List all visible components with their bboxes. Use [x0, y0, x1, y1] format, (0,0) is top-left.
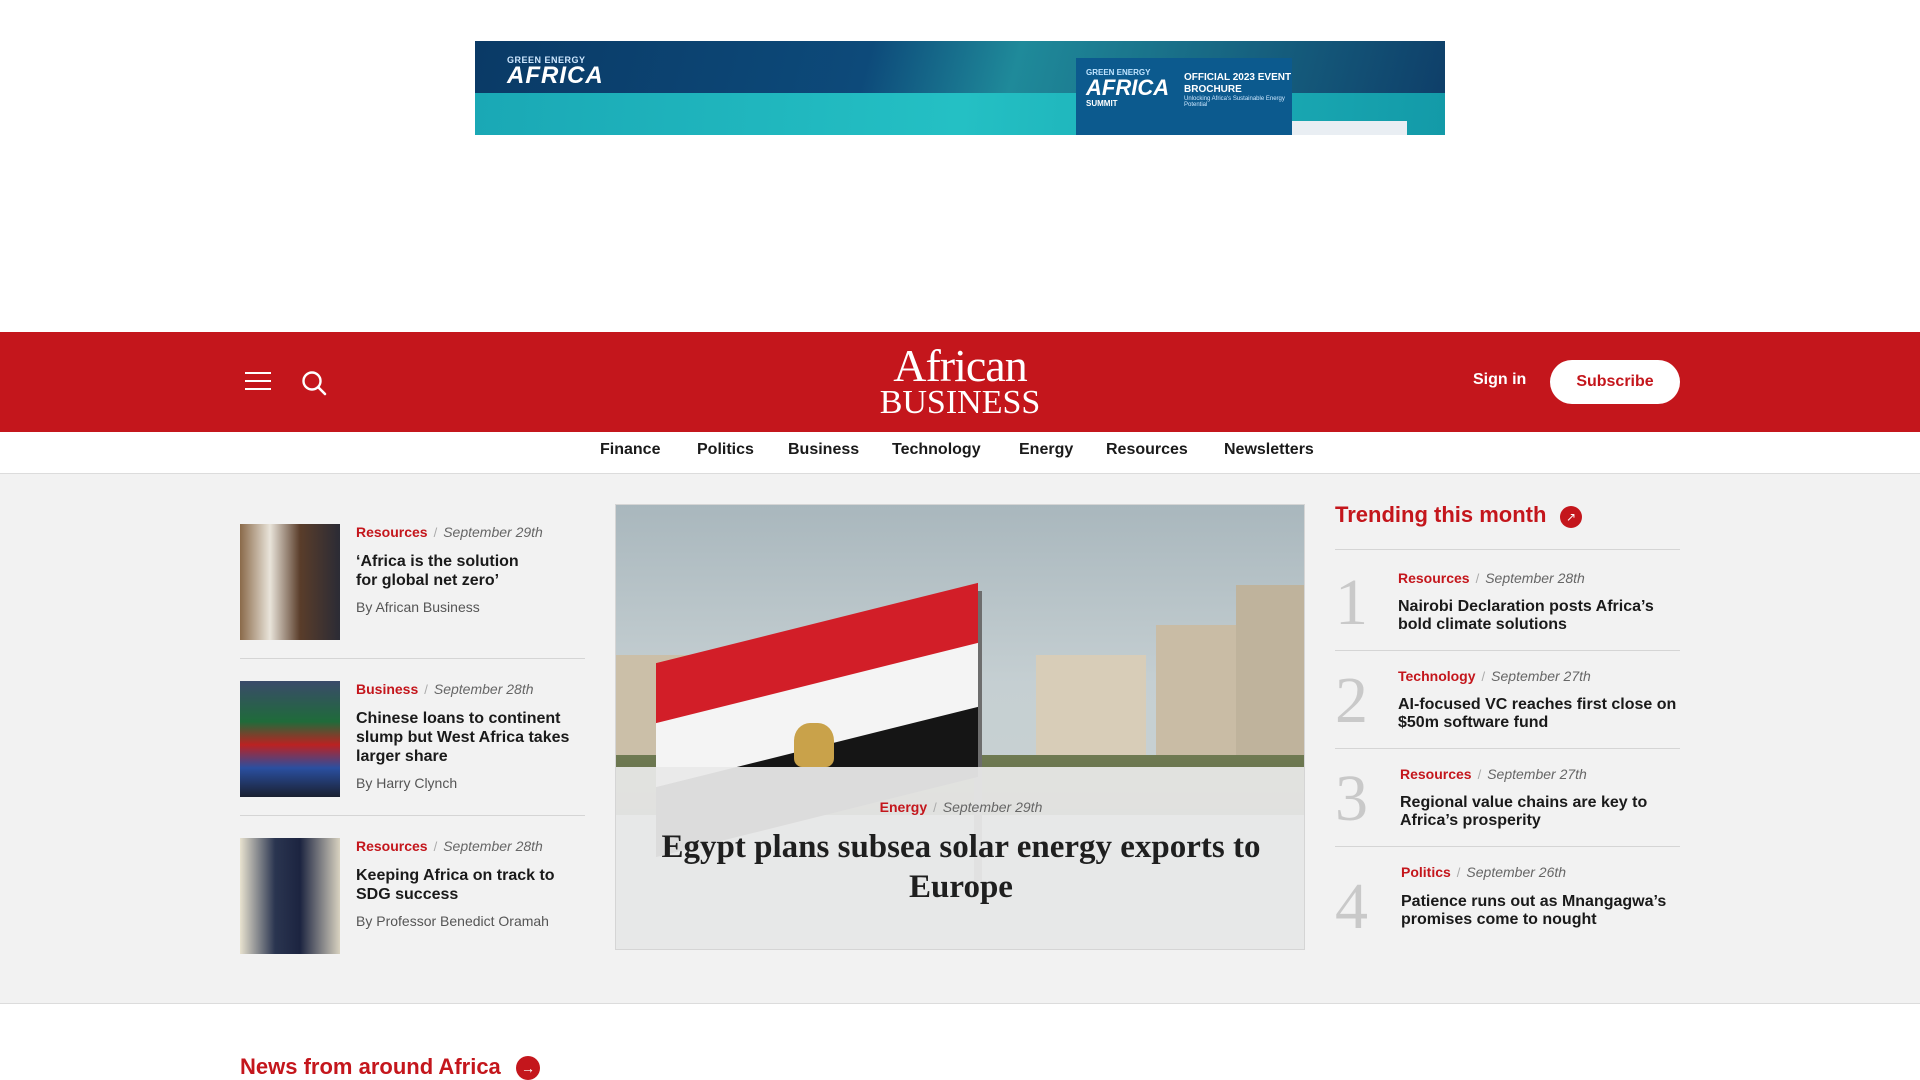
ad-zone: GREEN ENERGY AFRICA GREEN ENERGY AFRICA … [0, 0, 1920, 332]
trending-title[interactable]: Patience runs out as Mnangagwa’s promise… [1401, 893, 1686, 929]
nav-item-technology[interactable]: Technology [892, 441, 981, 459]
news-section-heading[interactable]: News from around Africa [240, 1054, 501, 1080]
trending-date: September 28th [1485, 570, 1585, 586]
subscribe-button[interactable]: Subscribe [1550, 360, 1680, 404]
ad-logo-main: AFRICA [507, 62, 604, 89]
nav-item-politics[interactable]: Politics [697, 441, 754, 459]
divider [240, 658, 585, 659]
nav-item-finance[interactable]: Finance [600, 441, 660, 459]
trending-category[interactable]: Politics [1401, 864, 1451, 880]
ad-thumbnails [1292, 121, 1407, 135]
trending-title[interactable]: Regional value chains are key to Africa’… [1400, 794, 1685, 830]
article-card[interactable]: Resources / September 29th ‘Africa is the … [240, 524, 585, 640]
feature-article[interactable]: Energy / September 29th Egypt plans subsea… [615, 504, 1305, 950]
logo-line-2: BUSINESS [879, 384, 1041, 421]
article-thumbnail[interactable] [240, 838, 340, 954]
trending-rank: 1 [1335, 566, 1368, 639]
trending-title[interactable]: Nairobi Declaration posts Africa’s bold … [1398, 598, 1683, 634]
article-title[interactable]: ‘Africa is the solution for global net z… [356, 552, 536, 590]
trending-rank: 2 [1335, 664, 1368, 737]
article-date: September 29th [443, 524, 543, 540]
nav-item-newsletters[interactable]: Newsletters [1224, 441, 1314, 459]
trending-rank: 3 [1335, 762, 1368, 835]
arrow-right-icon[interactable]: → [516, 1056, 540, 1080]
sign-in-link[interactable]: Sign in [1473, 371, 1526, 393]
trending-rank: 4 [1335, 870, 1368, 943]
feature-title[interactable]: Egypt plans subsea solar energy exports … [646, 827, 1276, 907]
trending-icon: ↗ [1560, 506, 1582, 528]
trending-date: September 27th [1487, 766, 1587, 782]
divider [1335, 549, 1680, 550]
article-thumbnail[interactable] [240, 681, 340, 797]
trending-category[interactable]: Resources [1398, 570, 1470, 586]
article-category[interactable]: Resources [356, 838, 428, 854]
divider [1335, 748, 1680, 749]
trending-heading: Trending this month [1335, 502, 1547, 527]
article-author: By Harry Clynch [356, 775, 458, 791]
search-icon[interactable] [300, 369, 328, 397]
site-logo[interactable]: African BUSINESS [876, 340, 1044, 421]
trending-date: September 26th [1466, 864, 1567, 880]
ad-banner[interactable]: GREEN ENERGY AFRICA GREEN ENERGY AFRICA … [475, 41, 1445, 135]
divider [1335, 650, 1680, 651]
feature-category[interactable]: Energy [880, 799, 927, 815]
article-thumbnail[interactable] [240, 524, 340, 640]
article-author: By Professor Benedict Oramah [356, 913, 549, 929]
menu-icon[interactable] [245, 372, 271, 392]
article-card[interactable]: Resources / September 28th Keeping Africa … [240, 838, 585, 954]
article-title[interactable]: Keeping Africa on track to SDG success [356, 866, 586, 904]
article-title[interactable]: Chinese loans to continent slump but Wes… [356, 709, 586, 766]
article-card[interactable]: Business / September 28th Chinese loans to… [240, 681, 585, 797]
ad-brochure-title: OFFICIAL 2023 EVENT BROCHURE [1184, 72, 1292, 95]
article-author: By African Business [356, 599, 480, 615]
article-date: September 28th [443, 838, 543, 854]
article-category[interactable]: Resources [356, 524, 428, 540]
ad-brochure-caption: Unlocking Africa's Sustainable Energy Po… [1184, 96, 1285, 108]
flag-emblem-icon [794, 723, 834, 767]
trending-title[interactable]: AI-focused VC reaches first close on $50… [1398, 696, 1683, 732]
trending-category[interactable]: Resources [1400, 766, 1472, 782]
ad-logo: GREEN ENERGY AFRICA [507, 55, 604, 89]
divider [240, 815, 585, 816]
article-category[interactable]: Business [356, 681, 418, 697]
divider [1335, 846, 1680, 847]
ad-brochure-image: GREEN ENERGY AFRICA SUMMIT OFFICIAL 2023… [1076, 58, 1292, 135]
trending-category[interactable]: Technology [1398, 668, 1476, 684]
trending-date: September 27th [1491, 668, 1591, 684]
nav-item-business[interactable]: Business [788, 441, 859, 459]
nav-item-resources[interactable]: Resources [1106, 441, 1188, 459]
article-date: September 28th [433, 681, 534, 697]
feature-date: September 29th [942, 799, 1043, 815]
logo-line-1: African [893, 340, 1027, 391]
nav-item-energy[interactable]: Energy [1019, 441, 1073, 459]
